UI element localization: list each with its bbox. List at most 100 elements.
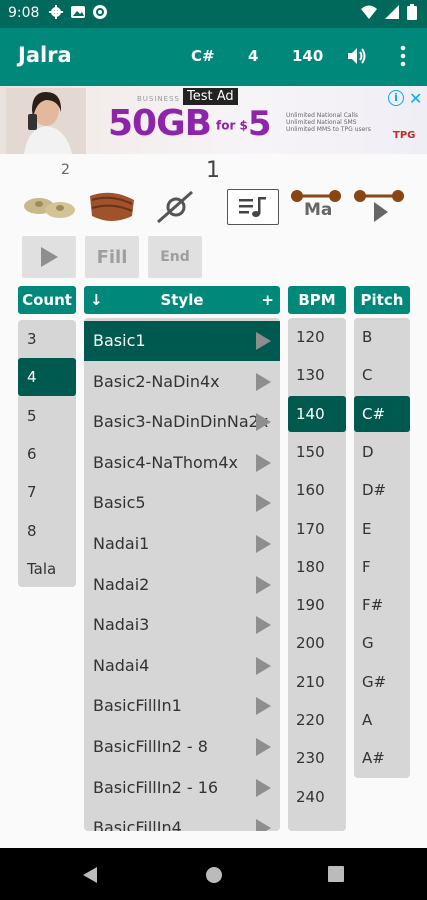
style-play-icon[interactable] <box>256 656 271 675</box>
more-vert-icon[interactable] <box>396 44 410 68</box>
bpm-list: 120 130 140 150 160 170 180 190 200 210 220 230 240 <box>288 318 346 831</box>
playlist-icon <box>239 197 266 217</box>
bpm-item-label: 180 <box>296 557 325 576</box>
bpm-item-label: 190 <box>296 596 325 615</box>
style-item-label: Basic2-NaDin4x <box>93 371 220 391</box>
count-list: 3 4 5 6 7 8 Tala <box>18 320 76 587</box>
style-play-icon[interactable] <box>256 697 271 716</box>
style-play-icon[interactable] <box>256 494 271 513</box>
count-item[interactable]: 7 <box>18 473 76 511</box>
jalra-icon[interactable] <box>156 190 194 224</box>
bpm-item[interactable]: 210 <box>288 664 346 700</box>
pitch-item[interactable]: D <box>354 434 410 470</box>
end-button[interactable]: End <box>148 236 202 278</box>
ad-info-icon[interactable]: i <box>388 90 404 106</box>
style-item[interactable]: BasicFillIn2 - 16 <box>84 768 280 808</box>
style-item[interactable]: Basic2-NaDin4x <box>84 362 280 402</box>
count-item-label: Tala <box>27 559 57 578</box>
count-item-label: 4 <box>27 368 37 387</box>
recents-icon[interactable] <box>328 866 344 882</box>
count-item[interactable]: 5 <box>18 397 76 435</box>
pitch-item[interactable]: A <box>354 702 410 738</box>
ad-banner[interactable]: BUSINESS PLUS Test Ad 50GB for $5 Unlimi… <box>0 86 427 154</box>
pitch-item-label: G <box>362 634 374 653</box>
count-item[interactable]: Tala <box>18 550 76 588</box>
bpm-item[interactable]: 180 <box>288 549 346 585</box>
count-item[interactable]: 6 <box>18 435 76 473</box>
style-header[interactable]: ↓ Style + <box>84 286 280 314</box>
style-play-icon[interactable] <box>256 332 271 350</box>
pitch-item[interactable]: D# <box>354 472 410 508</box>
volume-icon[interactable] <box>345 44 369 68</box>
bpm-item-label: 220 <box>296 711 325 729</box>
bpm-header[interactable]: BPM <box>288 286 346 314</box>
beat-counter-secondary: 2 <box>61 162 70 178</box>
bpm-item[interactable]: 150 <box>288 434 346 470</box>
pitch-item[interactable]: B <box>354 319 410 355</box>
veena-play-icon[interactable] <box>352 186 406 224</box>
bpm-item[interactable]: 130 <box>288 357 346 393</box>
bpm-item-label: 240 <box>296 787 325 806</box>
count-item[interactable]: 8 <box>18 512 76 550</box>
style-item[interactable]: Nadai1 <box>84 524 280 564</box>
style-item[interactable]: BasicFillIn1 <box>84 686 280 726</box>
pitch-item[interactable]: C# <box>354 395 410 432</box>
style-item[interactable]: Nadai2 <box>84 565 280 605</box>
bpm-item[interactable]: 230 <box>288 740 346 776</box>
style-item[interactable]: Nadai4 <box>84 646 280 686</box>
bpm-item[interactable]: 200 <box>288 625 346 661</box>
bpm-item[interactable]: 160 <box>288 472 346 508</box>
style-item[interactable]: BasicFillIn4 <box>84 808 280 831</box>
style-item[interactable]: Basic5 <box>84 483 280 523</box>
pitch-item[interactable]: A# <box>354 740 410 776</box>
pitch-item[interactable]: F# <box>354 587 410 623</box>
ad-close-icon[interactable]: ✕ <box>409 89 422 108</box>
home-icon[interactable] <box>205 866 223 884</box>
style-play-icon[interactable] <box>256 372 271 391</box>
bpm-item[interactable]: 170 <box>288 511 346 547</box>
pitch-item[interactable]: E <box>354 511 410 547</box>
style-item-label: Nadai2 <box>93 574 150 594</box>
bpm-item[interactable]: 190 <box>288 587 346 623</box>
style-play-icon[interactable] <box>256 453 271 472</box>
pitch-header[interactable]: Pitch <box>354 286 410 314</box>
bpm-item[interactable]: 120 <box>288 319 346 355</box>
style-play-icon[interactable] <box>256 819 271 831</box>
count-header[interactable]: Count <box>18 286 76 314</box>
playlist-button[interactable] <box>227 189 279 225</box>
current-count[interactable]: 4 <box>248 47 258 65</box>
fill-button[interactable]: Fill <box>85 236 139 278</box>
style-play-icon[interactable] <box>256 413 271 432</box>
drum-icon[interactable] <box>86 186 138 226</box>
style-item[interactable]: BasicFillIn2 - 8 <box>84 727 280 767</box>
style-item-label: Nadai3 <box>93 615 150 635</box>
style-item[interactable]: Basic4-NaThom4x <box>84 443 280 483</box>
signal-icon <box>385 5 399 19</box>
style-play-icon[interactable] <box>256 616 271 635</box>
current-bpm[interactable]: 140 <box>292 47 323 65</box>
count-item[interactable]: 3 <box>18 320 76 358</box>
style-item[interactable]: Nadai3 <box>84 605 280 645</box>
style-play-icon[interactable] <box>256 738 271 756</box>
style-item-label: BasicFillIn1 <box>93 696 182 716</box>
bpm-item[interactable]: 140 <box>288 395 346 432</box>
style-play-icon[interactable] <box>256 575 271 594</box>
pitch-item[interactable]: C <box>354 357 410 393</box>
back-icon[interactable] <box>82 866 98 884</box>
pitch-item-label: F <box>362 557 371 576</box>
play-button[interactable] <box>22 236 76 278</box>
style-play-icon[interactable] <box>256 535 271 553</box>
bpm-item[interactable]: 240 <box>288 779 346 815</box>
count-item[interactable]: 4 <box>18 358 76 397</box>
pitch-item[interactable]: F <box>354 549 410 585</box>
style-play-icon[interactable] <box>256 778 271 797</box>
style-add-icon[interactable]: + <box>261 291 274 309</box>
pitch-item[interactable]: G <box>354 625 410 661</box>
cymbals-icon[interactable] <box>22 188 78 226</box>
current-pitch[interactable]: C# <box>191 47 215 65</box>
bpm-item[interactable]: 220 <box>288 702 346 738</box>
style-sort-icon[interactable]: ↓ <box>90 291 103 309</box>
style-item[interactable]: Basic3-NaDinDinNa2x <box>84 402 280 442</box>
pitch-item[interactable]: G# <box>354 664 410 700</box>
style-item[interactable]: Basic1 <box>84 321 280 361</box>
